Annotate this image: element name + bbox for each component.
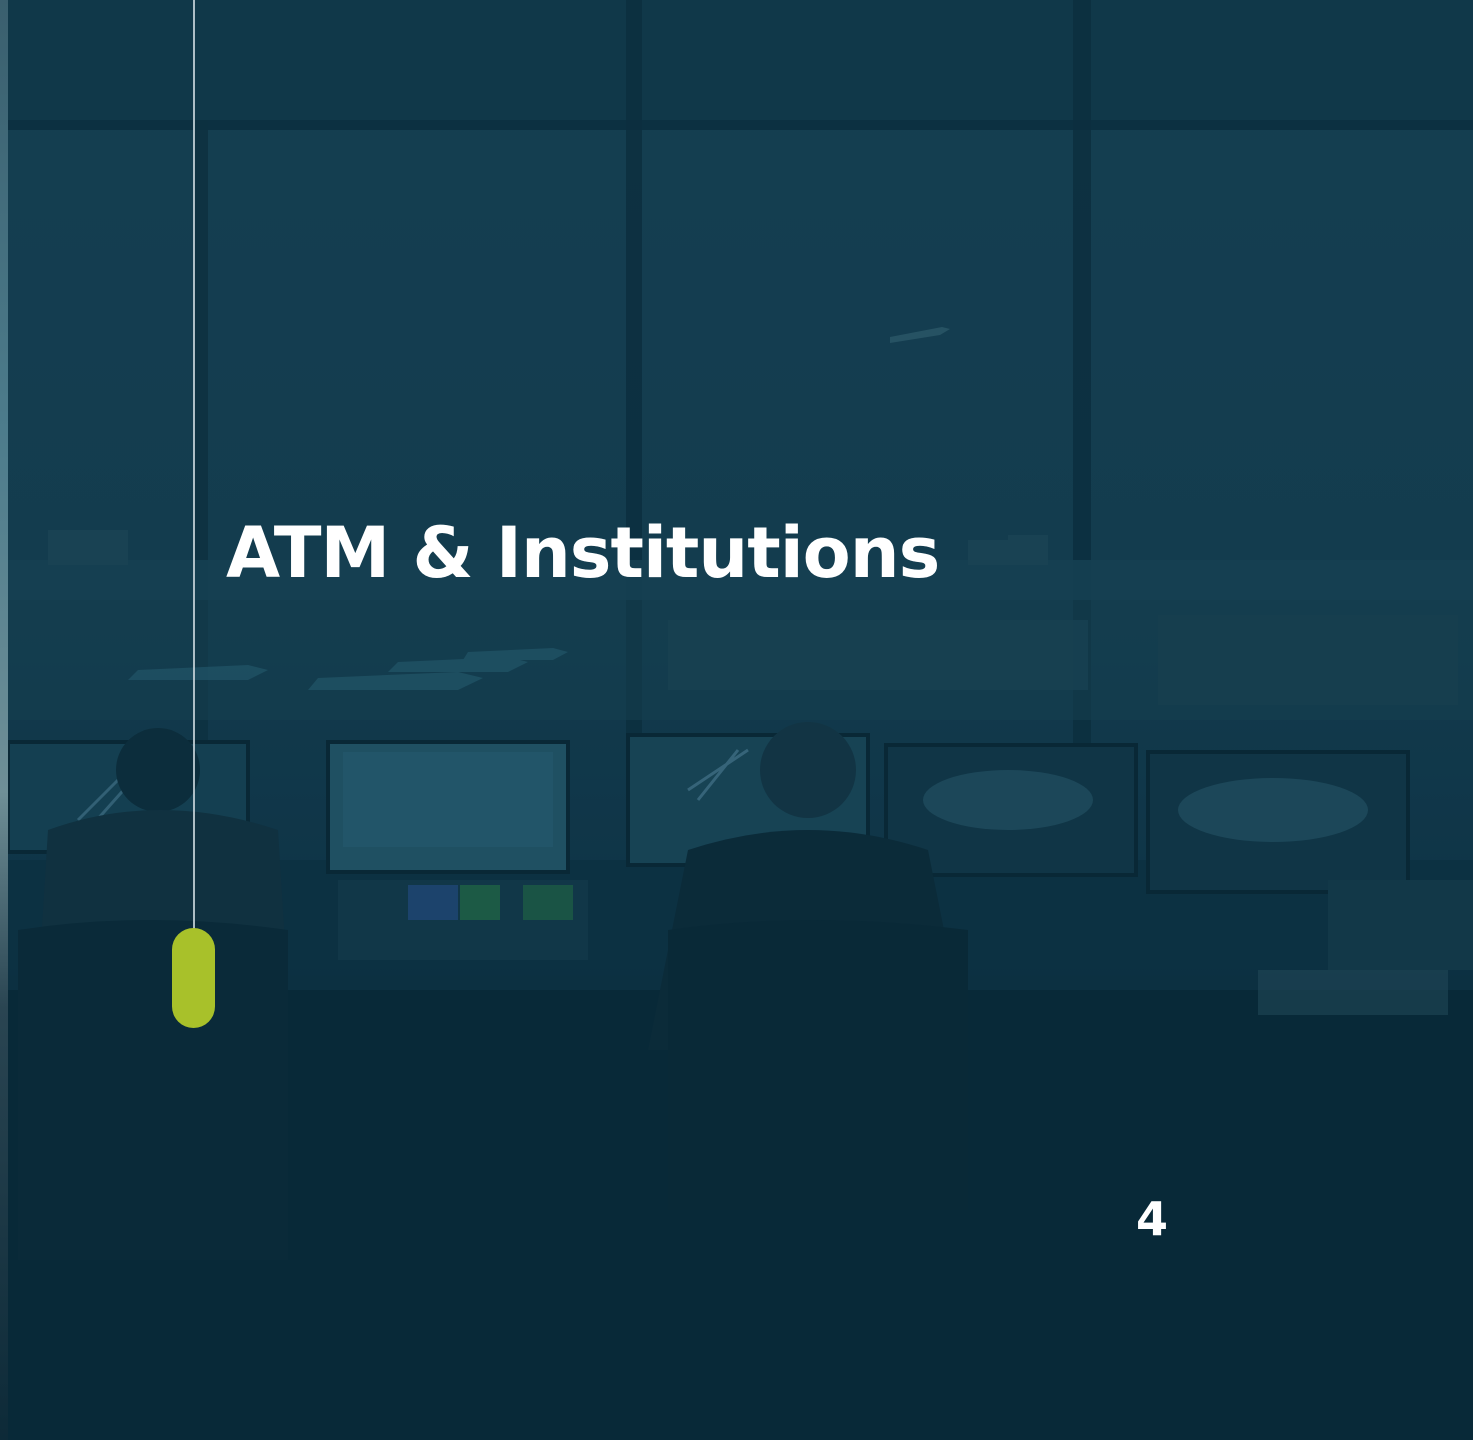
section-divider-slide: ATM & Institutions 4 [0,0,1473,1440]
photo-edge-strip [0,0,8,1440]
page-number: 4 [1136,1192,1169,1246]
timeline-marker-pill [172,928,215,1028]
background-photo [8,0,1473,1440]
timeline-line [193,0,195,935]
slide-title: ATM & Institutions [226,512,940,594]
